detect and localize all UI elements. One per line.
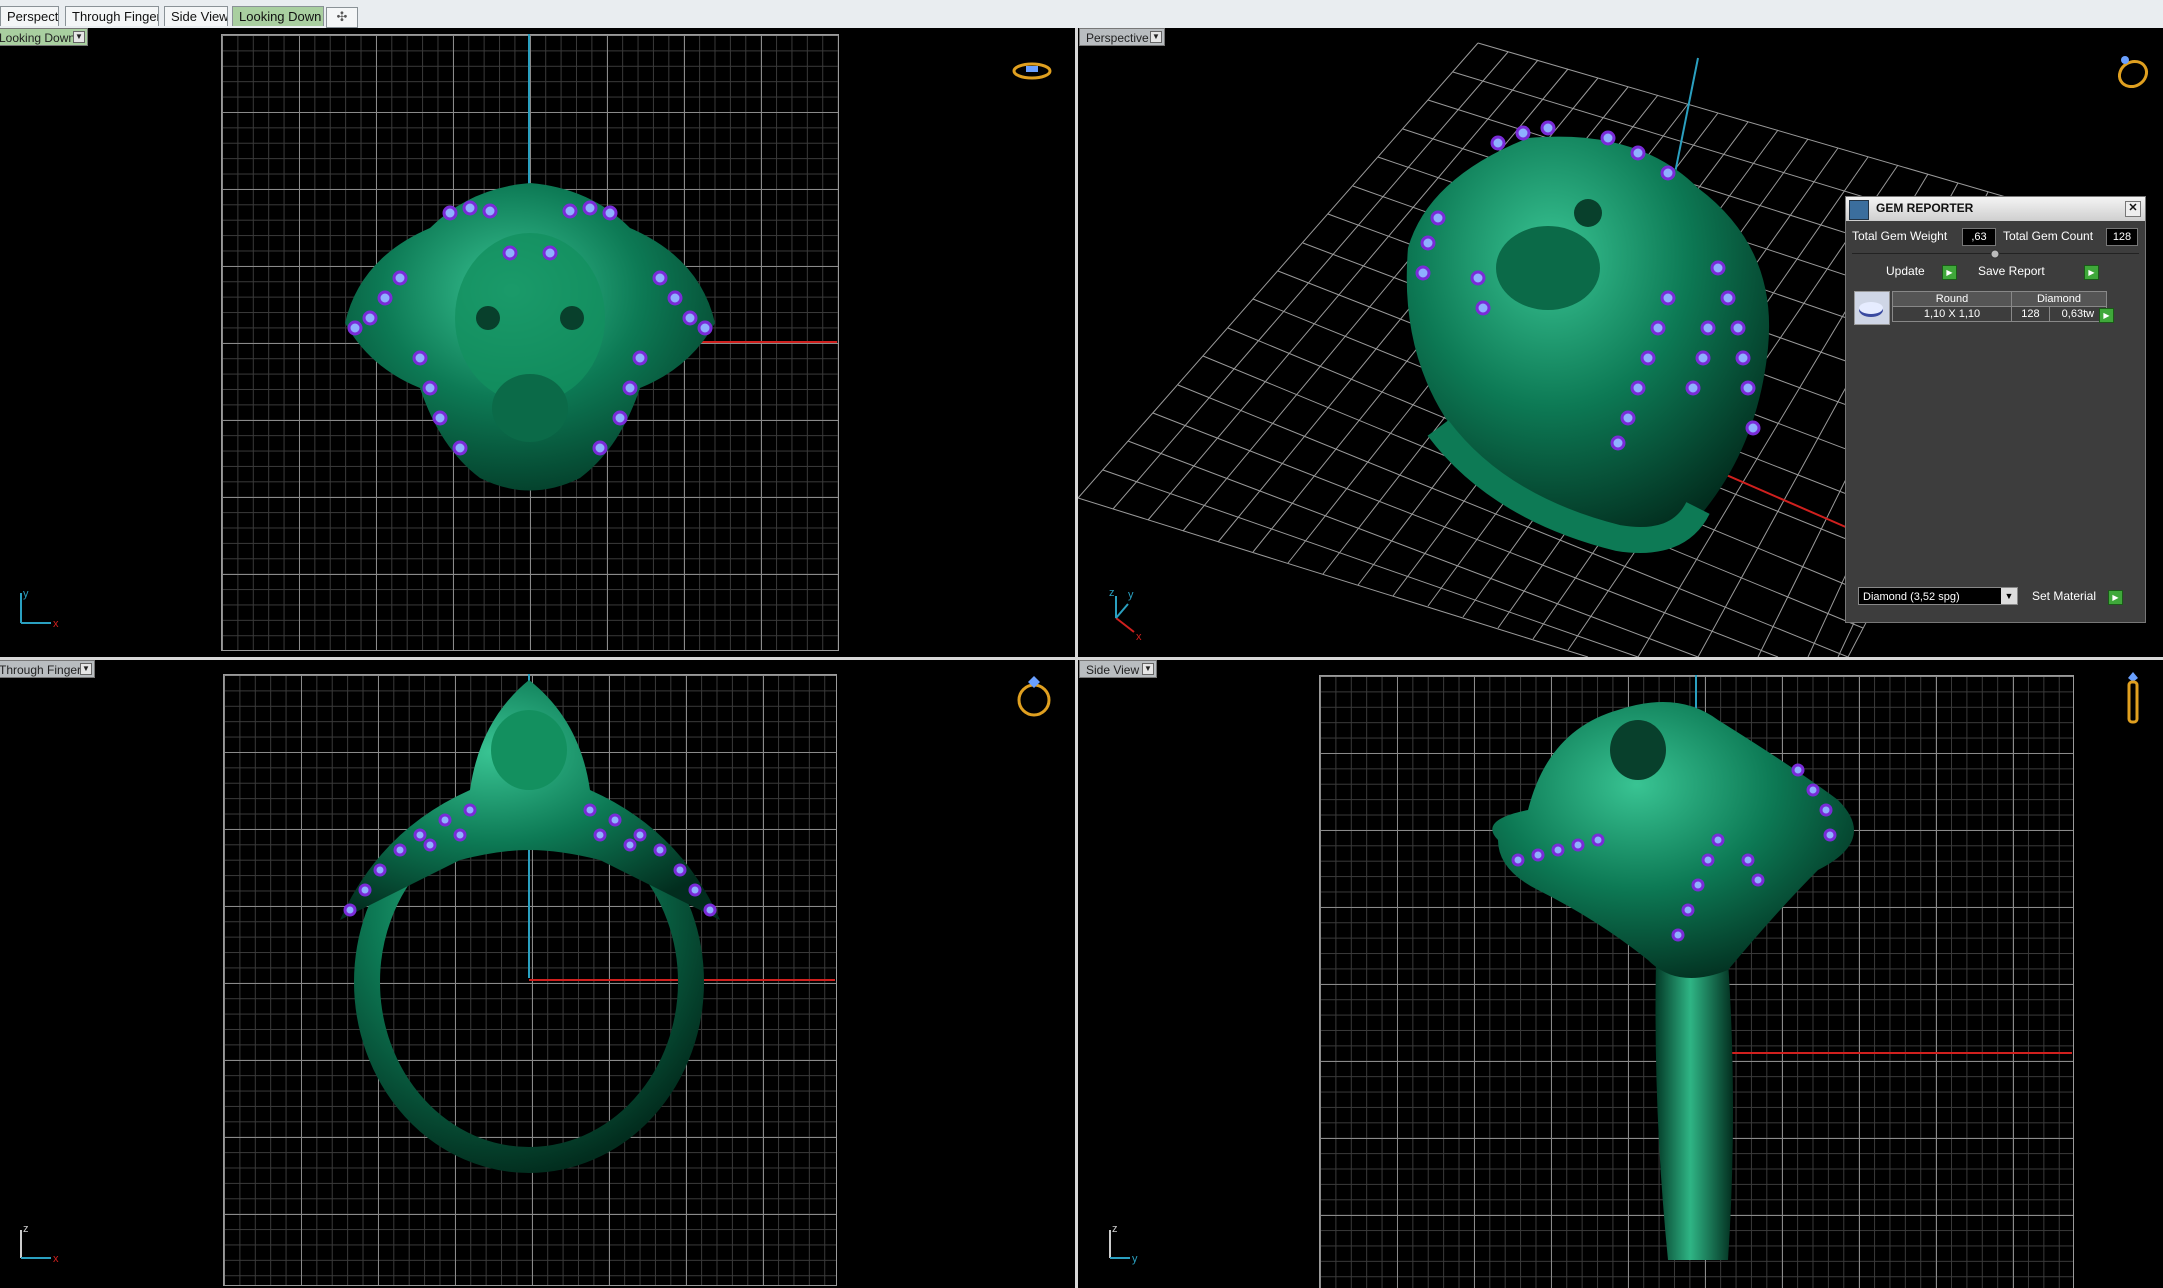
svg-text:z: z (1112, 1223, 1118, 1235)
svg-text:y: y (23, 588, 29, 600)
column-header-shape: Round (1892, 291, 2012, 307)
axis-triad-icon: y x (20, 588, 59, 630)
gem-reporter-title: GEM REPORTER (1876, 201, 1974, 215)
gem-reporter-panel: GEM REPORTER ✕ Total Gem Weight ,63 Tota… (1845, 196, 2146, 623)
gem-summary-table: Round Diamond 1,10 X 1,10 128 0,63tw (1892, 291, 2108, 322)
gem-size-cell: 1,10 X 1,10 (1892, 306, 2012, 322)
set-material-go-icon[interactable]: ▶ (2108, 590, 2123, 605)
ring-orientation-icon[interactable] (1010, 56, 1054, 86)
svg-text:y: y (1132, 1253, 1138, 1265)
chevron-down-icon[interactable]: ▼ (2001, 588, 2017, 604)
save-report-go-icon[interactable]: ▶ (2084, 265, 2099, 280)
tab-looking-down[interactable]: Looking Down (232, 6, 324, 26)
save-report-button-label: Save Report (1978, 264, 2045, 278)
svg-text:z: z (23, 1223, 29, 1235)
tab-side-view[interactable]: Side View (164, 6, 228, 26)
viewport-through-finger[interactable]: Through Finger ▼ z x (0, 660, 1075, 1288)
viewport-looking-down[interactable]: Looking Down ▼ y x (0, 28, 1075, 657)
update-button-label: Update (1886, 264, 1925, 278)
lion-ring-top-view (345, 183, 715, 491)
viewport-side-view[interactable]: Side View ▼ z y (1078, 660, 2163, 1288)
axis-triad-icon: z x (20, 1223, 59, 1265)
set-material-button-label: Set Material (2032, 589, 2097, 603)
axis-triad-icon: z y (1109, 1223, 1138, 1265)
close-icon[interactable]: ✕ (2125, 201, 2141, 217)
svg-text:x: x (53, 1253, 59, 1265)
lion-ring-side-view (1492, 702, 1854, 1260)
ring-orientation-icon[interactable] (1012, 670, 1056, 720)
svg-text:y: y (1128, 589, 1134, 601)
gem-reporter-app-icon (1849, 200, 1869, 220)
splitter-handle-icon[interactable] (1989, 248, 2001, 260)
ring-orientation-icon[interactable] (2118, 668, 2148, 728)
update-button[interactable]: Update (1886, 261, 1925, 281)
gem-thumbnail[interactable] (1854, 291, 1890, 325)
gem-weight-cell: 0,63tw (2048, 306, 2108, 322)
axis-triad-icon: z y x (1109, 588, 1142, 643)
ring-orientation-icon[interactable] (2111, 48, 2155, 92)
total-gem-count-label: Total Gem Count (2003, 229, 2094, 243)
add-tab-button[interactable]: ✣ (326, 7, 358, 28)
total-gem-weight-label: Total Gem Weight (1852, 229, 1948, 243)
total-gem-weight-value: ,63 (1962, 228, 1996, 246)
tab-through-finger[interactable]: Through Finger (65, 6, 159, 26)
row-detail-go-icon[interactable]: ▶ (2099, 308, 2114, 323)
material-select-value: Diamond (3,52 spg) (1863, 591, 1960, 603)
viewport-splitter-horizontal[interactable] (0, 657, 2163, 660)
round-diamond-icon (1859, 302, 1883, 317)
view-tab-bar: Perspective Through Finger Side View Loo… (0, 0, 2163, 29)
update-go-icon[interactable]: ▶ (1942, 265, 1957, 280)
table-row[interactable]: 1,10 X 1,10 128 0,63tw (1892, 306, 2108, 322)
save-report-button[interactable]: Save Report (1978, 261, 2045, 281)
set-material-button[interactable]: Set Material (2032, 586, 2096, 606)
lion-ring-front-view (340, 680, 720, 1173)
svg-text:x: x (53, 618, 59, 630)
gem-count-cell: 128 (2011, 306, 2050, 322)
total-gem-count-value: 128 (2106, 228, 2138, 246)
tab-perspective[interactable]: Perspective (0, 6, 59, 26)
svg-text:x: x (1136, 631, 1142, 643)
svg-text:z: z (1109, 588, 1115, 599)
material-select[interactable]: Diamond (3,52 spg) ▼ (1858, 587, 2018, 605)
column-header-material: Diamond (2011, 291, 2107, 307)
gem-reporter-titlebar[interactable]: GEM REPORTER ✕ (1846, 197, 2145, 221)
